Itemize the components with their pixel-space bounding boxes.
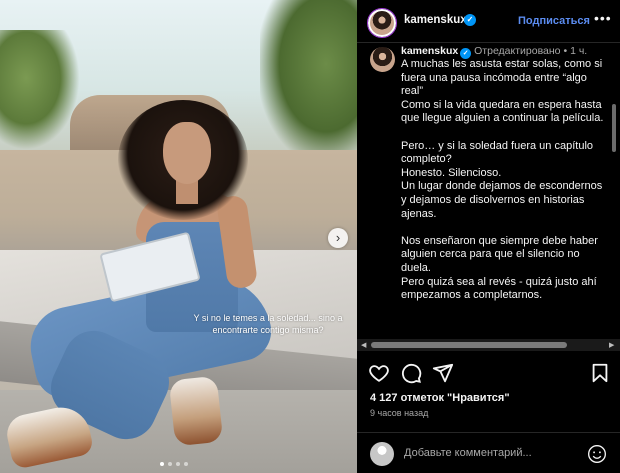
- horizontal-scrollbar[interactable]: ◀ ▶: [357, 339, 620, 351]
- more-horizontal-icon[interactable]: •••: [594, 10, 612, 26]
- post-actions: [357, 358, 620, 388]
- post-photo[interactable]: Y si no le temes a la soledad... sino a …: [0, 0, 357, 473]
- edited-label: Отредактировано: [474, 45, 561, 57]
- post-timestamp[interactable]: 9 часов назад: [370, 408, 428, 418]
- add-comment-bar: [357, 432, 620, 473]
- avatar: [370, 442, 394, 466]
- header-username[interactable]: kamenskux: [404, 14, 467, 26]
- photo-sneaker-right: [168, 375, 224, 447]
- chevron-right-icon: ›: [335, 230, 341, 245]
- caption-time: 1 ч.: [570, 45, 588, 57]
- carousel-dot: [184, 462, 188, 466]
- verified-badge-icon: ✓: [464, 14, 476, 26]
- scroll-left-icon[interactable]: ◀: [361, 341, 366, 349]
- avatar[interactable]: [370, 47, 395, 72]
- bookmark-icon[interactable]: [589, 362, 611, 384]
- photo-woman-face: [163, 122, 211, 184]
- caption-line: Nos enseñaron que siempre debe haber alg…: [401, 234, 598, 274]
- photo-overlay-caption: Y si no le temes a la soledad... sino a …: [193, 313, 343, 335]
- caption-line: Como si la vida quedara en espera hasta …: [401, 98, 604, 125]
- carousel-dot: [168, 462, 172, 466]
- caption-line: A muchas les asusta estar solas, como si…: [401, 58, 603, 98]
- caption-username[interactable]: kamenskux: [401, 45, 458, 57]
- post-header: kamenskux ✓ Подписаться •••: [357, 0, 620, 43]
- caption-meta: kamenskux ✓ Отредактировано • 1 ч.: [401, 45, 587, 59]
- carousel-dot: [160, 462, 164, 466]
- caption-line: Pero quizá sea al revés - quizá justo ah…: [401, 275, 597, 302]
- caption-line: Un lugar donde dejamos de escondernos y …: [401, 180, 603, 220]
- likes-count[interactable]: 4 127 отметок "Нравится": [370, 392, 510, 404]
- vertical-scrollbar[interactable]: [612, 104, 616, 152]
- carousel-dots: [160, 462, 188, 466]
- post-side-panel: kamenskux ✓ Подписаться ••• kamenskux ✓ О…: [357, 0, 620, 473]
- photo-tree-right: [260, 0, 357, 160]
- caption-line: Pero… y si la soledad fuera un capítulo …: [401, 139, 594, 166]
- carousel-next-button[interactable]: ›: [328, 228, 348, 248]
- comment-input[interactable]: [404, 447, 584, 459]
- caption-line: Honesto. Silencioso.: [401, 166, 502, 179]
- comment-icon[interactable]: [400, 362, 422, 384]
- follow-button[interactable]: Подписаться: [518, 15, 590, 27]
- meta-separator: •: [563, 45, 568, 57]
- photo-palm-left: [0, 30, 80, 150]
- caption-area: kamenskux ✓ Отредактировано • 1 ч. A much…: [357, 44, 620, 338]
- emoji-icon[interactable]: [587, 444, 607, 464]
- avatar[interactable]: [367, 8, 397, 38]
- scroll-right-icon[interactable]: ▶: [609, 341, 614, 349]
- carousel-dot: [176, 462, 180, 466]
- heart-icon[interactable]: [368, 362, 390, 384]
- share-icon[interactable]: [432, 362, 454, 384]
- scrollbar-thumb[interactable]: [371, 342, 567, 348]
- caption-text: A muchas les asusta estar solas, como si…: [401, 58, 607, 303]
